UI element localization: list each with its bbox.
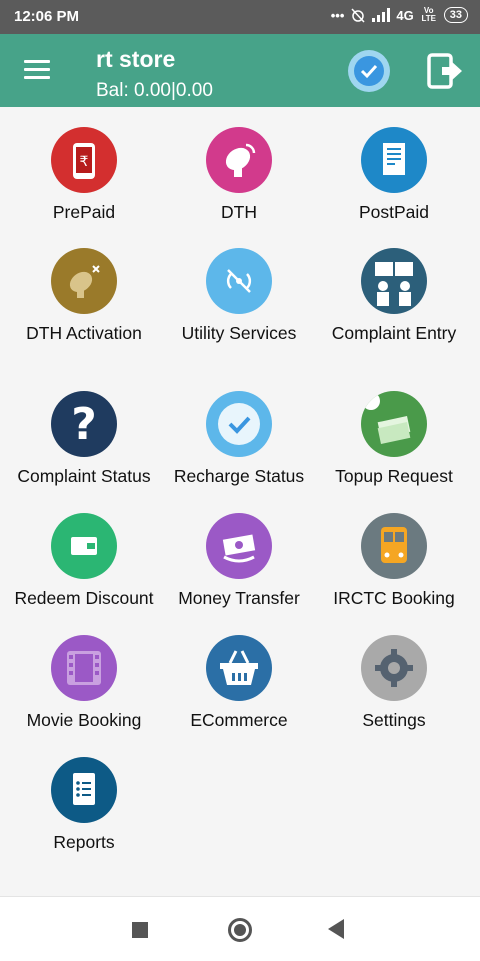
tile-label: Money Transfer	[178, 588, 300, 608]
tile-prepaid[interactable]: ₹ PrePaid	[4, 107, 164, 223]
tile-label: Topup Request	[335, 466, 453, 486]
tile-dth[interactable]: DTH	[159, 107, 319, 223]
dish-activation-icon	[51, 248, 117, 314]
alarm-off-icon	[351, 8, 365, 23]
tile-label: DTH Activation	[26, 323, 142, 343]
tile-dth-activation[interactable]: DTH Activation	[4, 228, 164, 344]
recents-button[interactable]	[132, 922, 148, 938]
shopping-basket-icon	[206, 635, 272, 701]
svg-text:?: ?	[71, 399, 97, 450]
tile-recharge-status[interactable]: Recharge Status	[159, 371, 319, 487]
signal-icon	[372, 8, 391, 22]
bill-document-icon	[361, 127, 427, 193]
tile-label: Utility Services	[181, 323, 297, 343]
tile-settings[interactable]: Settings	[314, 615, 474, 731]
gear-icon	[361, 635, 427, 701]
battery-icon: 33	[443, 7, 468, 23]
tile-label: Settings	[362, 710, 426, 730]
tile-irctc-booking[interactable]: IRCTC Booking	[314, 493, 474, 609]
svg-text:₹: ₹	[80, 154, 89, 170]
satellite-dish-icon	[206, 127, 272, 193]
tile-utility-services[interactable]: Utility Services	[159, 228, 319, 344]
tile-label: Reports	[53, 832, 115, 852]
app-header: rt store Bal: 0.00|0.00	[0, 34, 480, 107]
tile-label: PostPaid	[358, 202, 430, 222]
train-icon	[361, 513, 427, 579]
tile-label: ECommerce	[190, 710, 288, 730]
tile-postpaid[interactable]: PostPaid	[314, 107, 474, 223]
tile-label: PrePaid	[52, 202, 116, 222]
verified-check-icon[interactable]	[348, 50, 390, 92]
volte-indicator: Vo LTE	[421, 6, 436, 23]
utility-signal-icon	[206, 248, 272, 314]
tile-complaint-status[interactable]: ? Complaint Status	[4, 371, 164, 487]
tile-label: Complaint Entry	[331, 323, 457, 343]
tile-label: Complaint Status	[17, 466, 151, 486]
money-transfer-icon	[206, 513, 272, 579]
tile-complaint-entry[interactable]: Complaint Entry	[314, 228, 474, 344]
tile-ecommerce[interactable]: ECommerce	[159, 615, 319, 731]
tile-movie-booking[interactable]: Movie Booking	[4, 615, 164, 731]
tile-reports[interactable]: Reports	[4, 737, 164, 853]
back-button[interactable]	[328, 919, 344, 939]
more-dots-icon: •••	[330, 7, 345, 23]
tile-label: Movie Booking	[26, 710, 142, 730]
money-stack-icon	[361, 391, 427, 457]
tile-label: DTH	[221, 202, 257, 222]
wallet-icon	[51, 513, 117, 579]
report-list-icon	[51, 757, 117, 823]
tile-redeem-discount[interactable]: Redeem Discount	[4, 493, 164, 609]
status-bar: 12:06 PM ••• 4G Vo LTE 33	[0, 0, 480, 34]
tile-money-transfer[interactable]: Money Transfer	[159, 493, 319, 609]
status-icons: ••• 4G Vo LTE 33	[331, 7, 468, 23]
question-mark-icon: ?	[51, 391, 117, 457]
network-type: 4G	[396, 7, 414, 23]
balance-text: Bal: 0.00|0.00	[96, 80, 213, 101]
tile-topup-request[interactable]: Topup Request	[314, 371, 474, 487]
tile-label: IRCTC Booking	[333, 588, 455, 608]
check-circle-icon	[206, 391, 272, 457]
hamburger-menu-icon[interactable]	[24, 60, 50, 80]
tile-label: Recharge Status	[173, 466, 305, 486]
home-button[interactable]	[228, 918, 252, 942]
prepaid-mobile-icon: ₹	[51, 127, 117, 193]
tile-label: Redeem Discount	[14, 588, 154, 608]
complaint-people-icon	[361, 248, 427, 314]
status-time: 12:06 PM	[14, 8, 80, 25]
system-nav-bar	[0, 896, 480, 961]
film-strip-icon	[51, 635, 117, 701]
logout-icon[interactable]	[426, 52, 464, 90]
store-name: rt store	[96, 46, 176, 72]
